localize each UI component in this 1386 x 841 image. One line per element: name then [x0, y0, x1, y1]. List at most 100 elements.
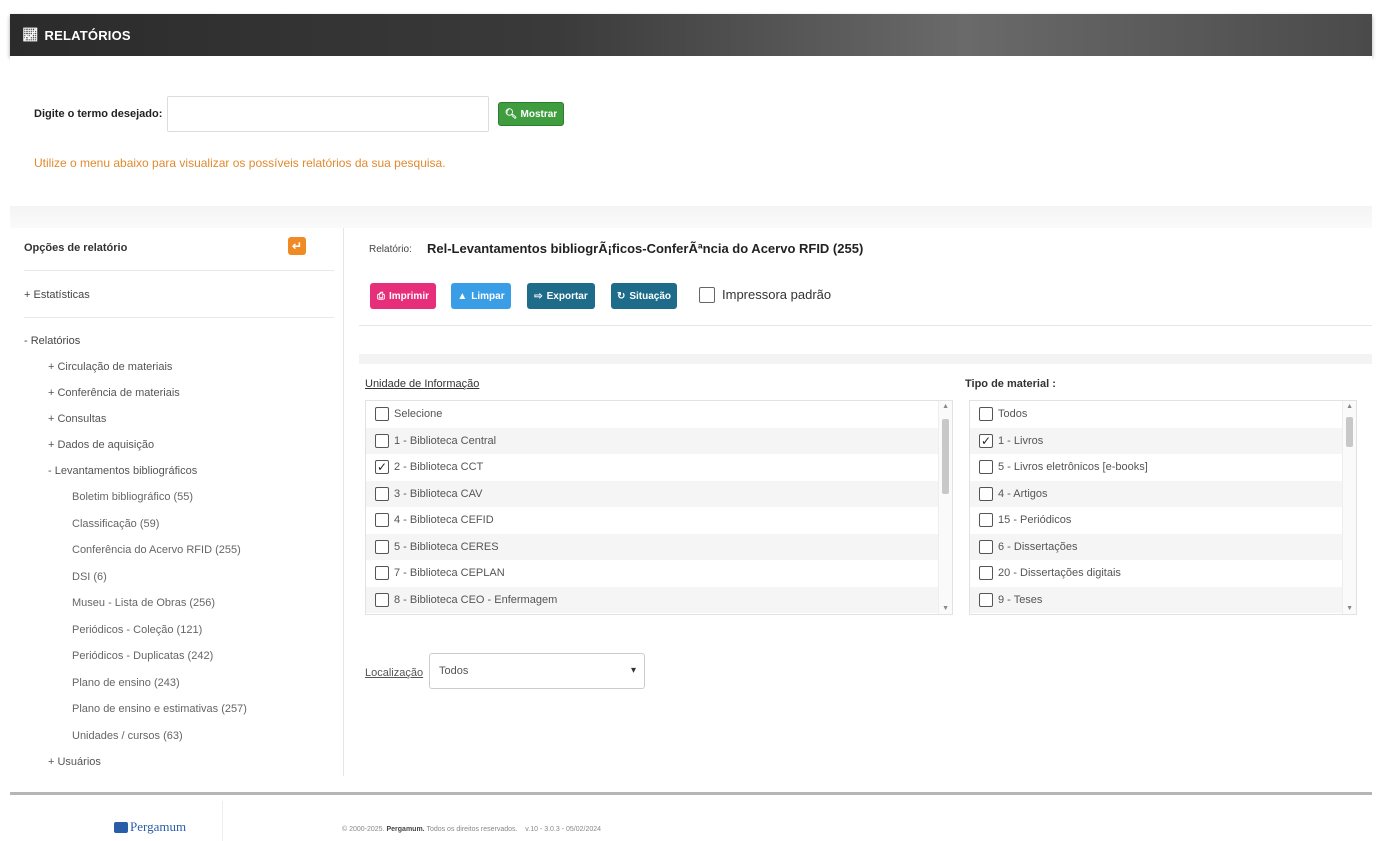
report-title: Rel-Levantamentos bibliogrÃ¡ficos-Confer…	[427, 241, 864, 256]
scroll-up-icon[interactable]: ▲	[1346, 403, 1353, 410]
tipo-scrollbar[interactable]: ▲ ▼	[1342, 401, 1356, 614]
list-item[interactable]: 8 - Biblioteca CEO - Enfermagem	[366, 586, 952, 613]
page: 📈︎ RELATÓRIOS Digite o termo desejado: 🔍…	[0, 0, 1386, 841]
export-button-label: Exportar	[546, 290, 588, 302]
sidebar-leaf-conferencia-rfid[interactable]: Conferência do Acervo RFID (255)	[72, 544, 241, 556]
location-select-value: Todos	[439, 665, 469, 677]
checkbox[interactable]	[979, 513, 993, 528]
location-label: Localização	[365, 667, 424, 679]
tipo-title: Tipo de material :	[965, 378, 1056, 390]
sidebar-item-relatorios[interactable]: - Relatórios	[24, 335, 80, 347]
page-title: RELATÓRIOS	[44, 27, 131, 43]
export-icon: ⇨	[534, 290, 543, 302]
default-printer-label: Impressora padrão	[722, 287, 832, 302]
report-label: Relatório:	[369, 244, 412, 255]
checkbox[interactable]	[979, 592, 993, 607]
sidebar-item-circulacao[interactable]: + Circulação de materiais	[48, 361, 172, 373]
checkbox-checked[interactable]: ✓	[375, 460, 389, 475]
sidebar-leaf-museu[interactable]: Museu - Lista de Obras (256)	[72, 597, 215, 609]
sidebar-item-consultas[interactable]: + Consultas	[48, 413, 106, 425]
search-label: Digite o termo desejado:	[34, 108, 163, 120]
checkbox[interactable]	[979, 566, 993, 581]
unidade-title: Unidade de Informação	[365, 378, 480, 390]
sidebar-item-estatisticas[interactable]: + Estatísticas	[24, 289, 90, 301]
list-item[interactable]: Selecione	[366, 401, 952, 428]
list-item[interactable]: 3 - Biblioteca CAV	[366, 480, 952, 507]
panel-band	[359, 354, 1372, 364]
sidebar-heading: Opções de relatório	[24, 242, 128, 254]
list-item[interactable]: 20 - Dissertações digitais	[970, 560, 1356, 587]
checkbox[interactable]	[375, 513, 389, 528]
sidebar-leaf-dsi[interactable]: DSI (6)	[72, 571, 107, 583]
list-item[interactable]: 1 - Biblioteca Central	[366, 427, 952, 454]
scroll-thumb[interactable]	[1346, 417, 1353, 447]
sidebar-leaf-plano-ensino[interactable]: Plano de ensino (243)	[72, 677, 180, 689]
sidebar-divider	[24, 270, 334, 271]
clear-button-label: Limpar	[471, 290, 505, 302]
unidade-listbox[interactable]: Selecione 1 - Biblioteca Central ✓ 2 - Bi…	[365, 400, 953, 615]
printer-icon: ⎙	[376, 290, 385, 302]
list-item[interactable]: 5 - Biblioteca CERES	[366, 533, 952, 560]
section-divider	[10, 206, 1372, 228]
report-options-sidebar: Opções de relatório ↵ + Estatísticas - R…	[10, 228, 344, 776]
list-item[interactable]: 4 - Biblioteca CEFID	[366, 507, 952, 534]
sidebar-leaf-classificacao[interactable]: Classificação (59)	[72, 518, 159, 530]
list-item[interactable]: 15 - Periódicos	[970, 507, 1356, 534]
sidebar-leaf-plano-estimativas[interactable]: Plano de ensino e estimativas (257)	[72, 703, 247, 715]
sidebar-leaf-unidades-cursos[interactable]: Unidades / cursos (63)	[72, 730, 183, 742]
tipo-listbox[interactable]: Todos ✓ 1 - Livros 5 - Livros eletrônicos…	[969, 400, 1357, 615]
print-button[interactable]: ⎙ Imprimir	[370, 283, 436, 309]
checkbox[interactable]	[979, 460, 993, 475]
location-select[interactable]: Todos ▾	[429, 653, 645, 689]
list-item[interactable]: 6 - Dissertações	[970, 533, 1356, 560]
list-item[interactable]: 4 - Artigos	[970, 480, 1356, 507]
sidebar-item-conferencia[interactable]: + Conferência de materiais	[48, 387, 180, 399]
checkbox[interactable]	[979, 539, 993, 554]
checkbox[interactable]	[375, 433, 389, 448]
scroll-up-icon[interactable]: ▲	[942, 403, 949, 410]
sidebar-leaf-periodicos-colecao[interactable]: Periódicos - Coleção (121)	[72, 624, 202, 636]
export-button[interactable]: ⇨ Exportar	[527, 283, 595, 309]
list-item[interactable]: ✓ 2 - Biblioteca CCT	[366, 454, 952, 481]
unidade-scrollbar[interactable]: ▲ ▼	[938, 401, 952, 614]
show-button-label: Mostrar	[520, 108, 558, 120]
list-item[interactable]: 5 - Livros eletrônicos [e-books]	[970, 454, 1356, 481]
clear-button[interactable]: ▲ Limpar	[451, 283, 511, 309]
sidebar-item-aquisicao[interactable]: + Dados de aquisição	[48, 439, 154, 451]
sidebar-leaf-periodicos-duplicatas[interactable]: Periódicos - Duplicatas (242)	[72, 650, 213, 662]
search-input[interactable]	[167, 96, 489, 132]
checkbox[interactable]	[375, 592, 389, 607]
report-panel: Relatório: Rel-Levantamentos bibliogrÃ¡f…	[345, 228, 1372, 776]
scroll-down-icon[interactable]: ▼	[1346, 605, 1353, 612]
sidebar-leaf-boletim[interactable]: Boletim bibliográfico (55)	[72, 491, 193, 503]
checkbox[interactable]	[375, 407, 389, 422]
checkbox[interactable]	[979, 407, 993, 422]
list-item[interactable]: Todos	[970, 401, 1356, 428]
list-item[interactable]: ✓ 1 - Livros	[970, 427, 1356, 454]
panel-divider	[359, 325, 1372, 326]
page-footer: Pergamum © 2000-2025. Pergamum. Todos os…	[10, 795, 1372, 841]
copyright-text: © 2000-2025. Pergamum. Todos os direitos…	[342, 826, 602, 833]
show-button[interactable]: 🔍︎ Mostrar	[498, 102, 564, 126]
list-item[interactable]: 7 - Biblioteca CEPLAN	[366, 560, 952, 587]
checkbox[interactable]	[375, 566, 389, 581]
sidebar-item-levantamentos[interactable]: - Levantamentos bibliográficos	[48, 465, 197, 477]
eraser-icon: ▲	[457, 290, 468, 302]
scroll-thumb[interactable]	[942, 419, 949, 494]
scroll-down-icon[interactable]: ▼	[942, 605, 949, 612]
logo-text: Pergamum	[130, 819, 187, 834]
search-hint: Utilize o menu abaixo para visualizar os…	[34, 156, 446, 170]
chevron-down-icon: ▾	[630, 665, 636, 676]
default-printer-checkbox[interactable]	[699, 287, 715, 303]
sidebar-item-usuarios[interactable]: + Usuários	[48, 756, 101, 768]
checkbox[interactable]	[979, 486, 993, 501]
footer-separator	[222, 801, 223, 841]
checkbox[interactable]	[375, 539, 389, 554]
print-button-label: Imprimir	[388, 290, 429, 302]
checkbox-checked[interactable]: ✓	[979, 433, 993, 448]
status-button[interactable]: ↻ Situação	[611, 283, 677, 309]
checkbox[interactable]	[375, 486, 389, 501]
list-item[interactable]: 9 - Teses	[970, 586, 1356, 613]
collapse-sidebar-icon[interactable]: ↵	[288, 237, 306, 255]
search-icon: 🔍︎	[504, 108, 518, 120]
